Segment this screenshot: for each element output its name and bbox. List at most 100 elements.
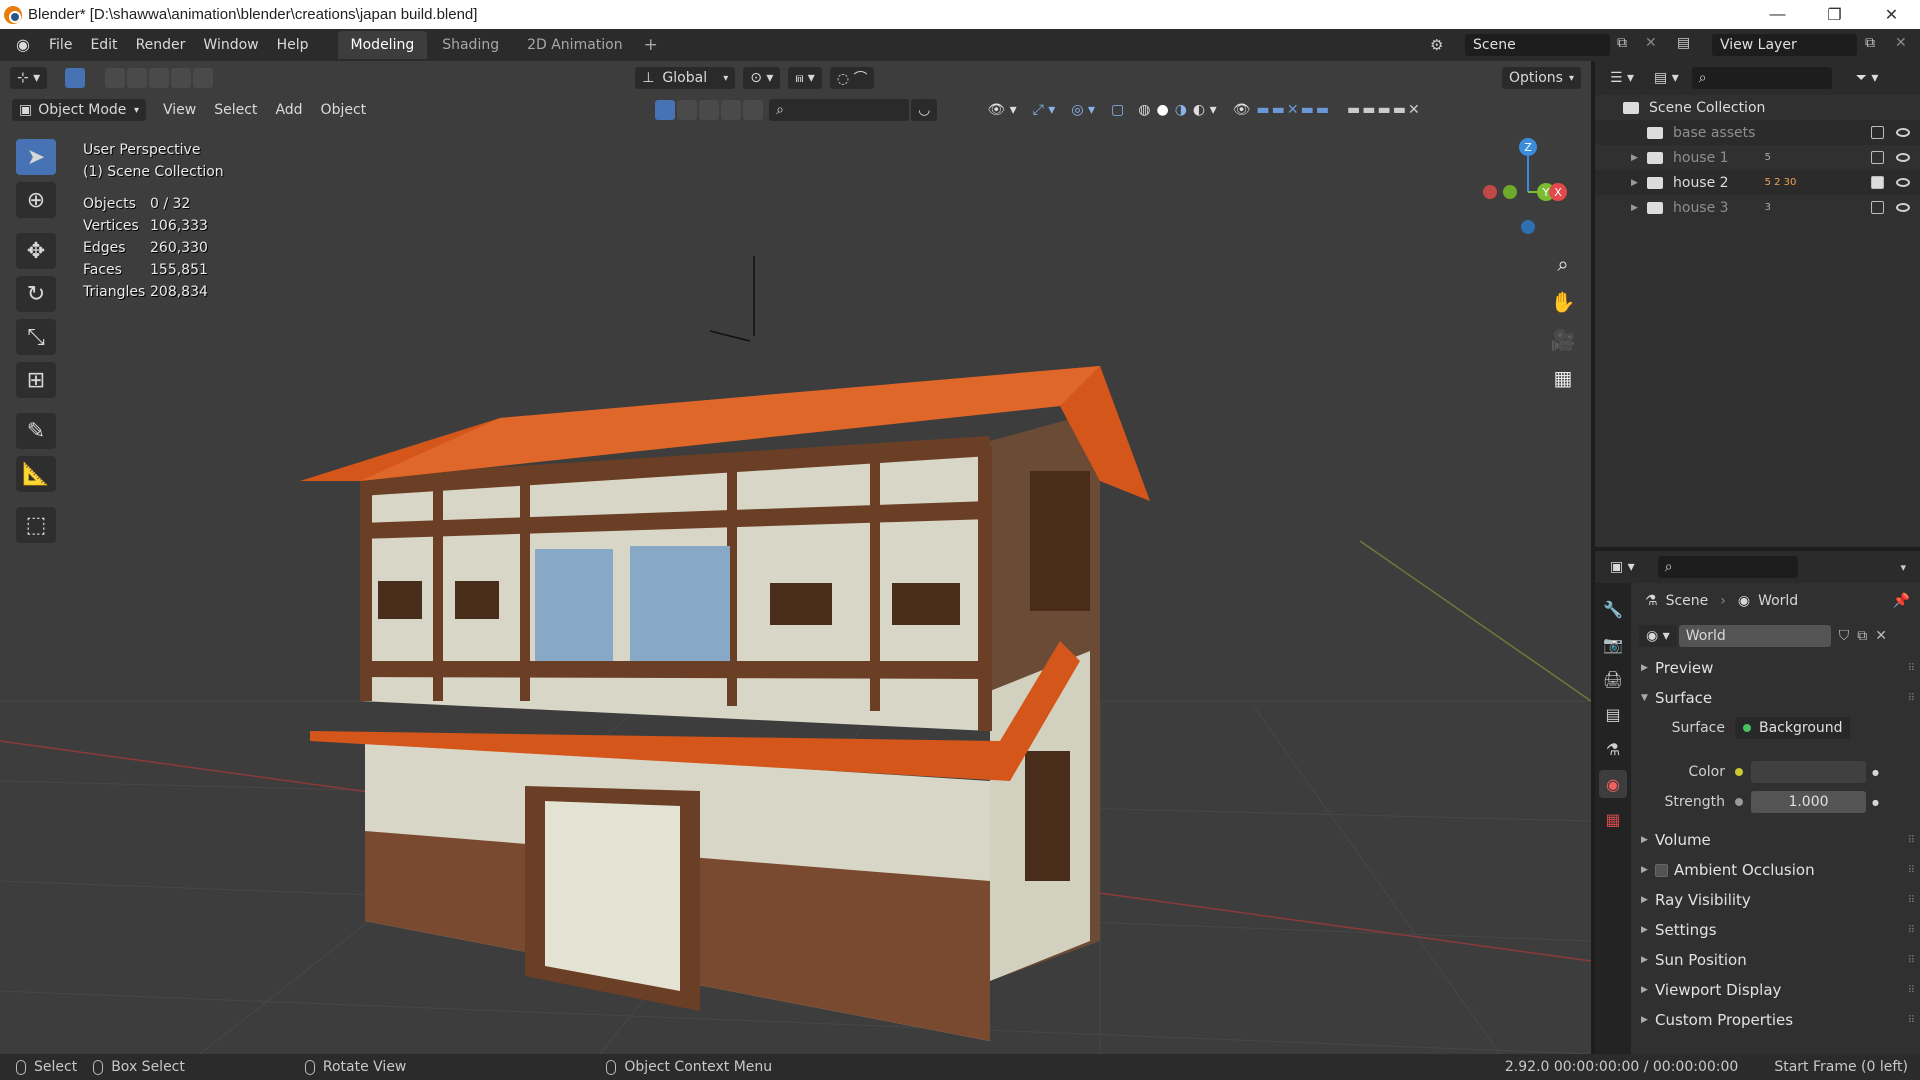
exclude-checkbox[interactable] [1871, 176, 1884, 189]
drag-handle-icon[interactable]: ⠿ [1908, 985, 1915, 996]
tool-tab-icon[interactable]: 🔧 [1599, 595, 1627, 623]
scene-tab-icon[interactable]: ⚗ [1599, 735, 1627, 763]
section-surface[interactable]: ▼ Surface ⠿ [1635, 683, 1920, 713]
ambient-occlusion-checkbox[interactable] [1655, 863, 1668, 877]
render-tab-icon[interactable]: 📷 [1599, 630, 1627, 658]
3d-viewport[interactable]: ⊹ ▾ ⊥ Global ▾ ⊙ ▾ ⩎ ▾ ◌ ⌒ Options ▾ ▣ O… [0, 61, 1591, 1054]
gizmo-toggle-icon[interactable]: ⤢ ▾ [1033, 102, 1056, 118]
output-tab-icon[interactable]: 🖨 [1599, 665, 1627, 693]
menu-select[interactable]: Select [205, 102, 266, 118]
eye-icon[interactable] [1896, 203, 1910, 212]
blender-menu-icon[interactable]: ◉ [12, 36, 34, 54]
viewport-filter-icon[interactable]: ◡ [911, 99, 938, 121]
expand-arrow-icon[interactable]: ▶ [1631, 153, 1643, 163]
outliner-item-house-3[interactable]: ▶ house 3 3 [1595, 195, 1920, 220]
eye-icon[interactable] [1896, 153, 1910, 162]
fake-user-shield-icon[interactable]: ⛉ [1839, 628, 1850, 644]
object-type-empty-icon[interactable] [721, 100, 742, 120]
world-name-field[interactable]: World [1678, 625, 1831, 647]
xray-toggle-icon[interactable]: ▢ [1111, 102, 1124, 118]
section-preview[interactable]: ▶ Preview ⠿ [1635, 653, 1920, 683]
expand-arrow-icon[interactable]: ▶ [1631, 203, 1643, 213]
collection-visibility-icon[interactable]: 👁 [1233, 102, 1251, 118]
outliner-root-row[interactable]: Scene Collection [1595, 95, 1920, 120]
add-cube-tool[interactable]: ⬚ [16, 507, 56, 543]
viewport-search-input[interactable]: ⌕ [769, 99, 910, 121]
drag-handle-icon[interactable]: ⠿ [1908, 693, 1915, 704]
minimize-button[interactable]: — [1749, 6, 1806, 24]
select-subtract-icon[interactable] [149, 68, 170, 88]
outliner-item-house-2[interactable]: ▶ house 2 5 2 30 [1595, 170, 1920, 195]
new-world-icon[interactable]: ⧉ [1857, 628, 1867, 644]
object-type-camera-icon[interactable] [699, 100, 720, 120]
outliner-item-house-1[interactable]: ▶ house 1 5 [1595, 145, 1920, 170]
pin-icon[interactable]: 📌 [1893, 593, 1910, 609]
properties-options-icon[interactable]: ▾ [1900, 561, 1906, 574]
section-ambient-occlusion[interactable]: ▶ Ambient Occlusion ⠿ [1635, 855, 1920, 885]
expand-arrow-icon[interactable]: ▶ [1631, 178, 1643, 188]
annotate-tool[interactable]: ✎ [16, 413, 56, 449]
pan-hand-icon[interactable]: ✋ [1546, 285, 1580, 319]
eye-icon[interactable] [1896, 178, 1910, 187]
proportional-edit-toggle[interactable]: ◌ ⌒ [829, 67, 875, 89]
transform-tool[interactable]: ⊞ [16, 362, 56, 398]
camera-view-icon[interactable]: 🎥 [1546, 323, 1580, 357]
editor-type-icon[interactable]: ⊹ ▾ [10, 67, 48, 89]
section-volume[interactable]: ▶ Volume ⠿ [1635, 825, 1920, 855]
strength-slider[interactable]: 1.000 [1751, 791, 1866, 813]
pivot-point-dropdown[interactable]: ⊙ ▾ [743, 67, 781, 89]
object-type-light-icon[interactable] [677, 100, 698, 120]
keyframe-dot-icon[interactable]: ● [1872, 768, 1879, 777]
texture-tab-icon[interactable]: ▦ [1599, 805, 1627, 833]
drag-handle-icon[interactable]: ⠿ [1908, 1015, 1915, 1026]
outliner-editor-type-icon[interactable]: ☰ ▾ [1603, 67, 1642, 89]
section-ray-visibility[interactable]: ▶ Ray Visibility ⠿ [1635, 885, 1920, 915]
select-intersect-icon[interactable] [193, 68, 214, 88]
scene-selector[interactable]: Scene [1465, 34, 1610, 56]
keyframe-dot-icon[interactable]: ● [1872, 798, 1879, 807]
exclude-checkbox[interactable] [1871, 201, 1884, 214]
drag-handle-icon[interactable]: ⠿ [1908, 925, 1915, 936]
select-invert-icon[interactable] [171, 68, 192, 88]
menu-render[interactable]: Render [127, 37, 195, 53]
surface-shader-selector[interactable]: Background [1735, 717, 1850, 739]
visibility-dropdown-icon[interactable]: 👁 ▾ [987, 102, 1016, 118]
exclude-checkbox[interactable] [1871, 126, 1884, 139]
section-settings[interactable]: ▶ Settings ⠿ [1635, 915, 1920, 945]
options-dropdown[interactable]: Options ▾ [1501, 67, 1581, 89]
menu-edit[interactable]: Edit [81, 37, 126, 53]
world-browse-icon[interactable]: ◉ ▾ [1639, 625, 1677, 647]
outliner-filter-icon[interactable]: ⏷ ▾ [1856, 70, 1879, 86]
close-button[interactable]: ✕ [1863, 5, 1920, 25]
select-new-icon[interactable] [105, 68, 126, 88]
menu-file[interactable]: File [40, 37, 81, 53]
menu-object[interactable]: Object [312, 102, 376, 118]
outliner-display-mode-icon[interactable]: ▤ ▾ [1647, 67, 1686, 89]
grid-perspective-icon[interactable]: ▦ [1546, 361, 1580, 395]
menu-view[interactable]: View [154, 102, 205, 118]
drag-handle-icon[interactable]: ⠿ [1908, 663, 1915, 674]
shading-material-icon[interactable]: ◑ [1175, 102, 1187, 118]
cursor-tool[interactable]: ⊕ [16, 182, 56, 218]
menu-window[interactable]: Window [194, 37, 267, 53]
tab-shading[interactable]: Shading [429, 31, 512, 59]
shading-wireframe-icon[interactable]: ◍ [1138, 102, 1150, 118]
viewport-scene[interactable] [0, 61, 1591, 1054]
menu-add[interactable]: Add [266, 102, 311, 118]
object-type-other-icon[interactable] [743, 100, 764, 120]
rotate-tool[interactable]: ↻ [16, 276, 56, 312]
move-tool[interactable]: ✥ [16, 233, 56, 269]
delete-scene-icon[interactable]: ✕ [1645, 35, 1657, 51]
collection-toggles-2-icon[interactable]: ▬▬▬▬✕ [1347, 102, 1422, 118]
mode-dropdown[interactable]: ▣ Object Mode ▾ [12, 99, 146, 121]
snap-toggle[interactable]: ⩎ ▾ [788, 67, 822, 89]
section-sun-position[interactable]: ▶ Sun Position ⠿ [1635, 945, 1920, 975]
properties-editor-type-icon[interactable]: ▣ ▾ [1603, 556, 1642, 578]
overlays-toggle-icon[interactable]: ◎ ▾ [1071, 102, 1095, 118]
select-box-tool[interactable]: ➤ [16, 139, 56, 175]
menu-help[interactable]: Help [268, 37, 318, 53]
drag-handle-icon[interactable]: ⠿ [1908, 955, 1915, 966]
collection-toggles-icon[interactable]: ▬▬✕▬▬ [1256, 102, 1331, 118]
zoom-icon[interactable]: ⌕ [1546, 247, 1580, 281]
delete-view-layer-icon[interactable]: ✕ [1895, 35, 1907, 51]
